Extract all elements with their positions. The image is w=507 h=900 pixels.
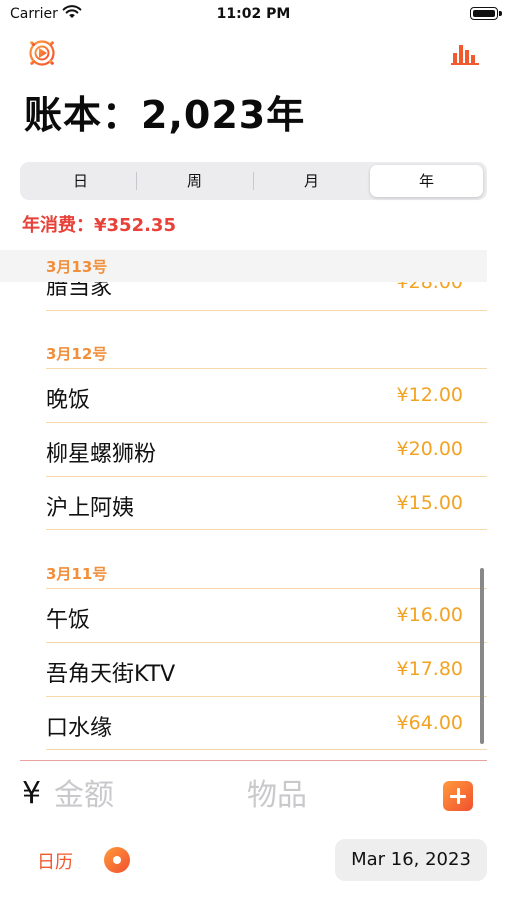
date-picker-button[interactable]: Mar 16, 2023 (335, 839, 487, 881)
section-date: 3月11号 (46, 565, 108, 583)
segment-month[interactable]: 月 (255, 165, 368, 197)
segment-week[interactable]: 周 (138, 165, 251, 197)
row-separator (46, 749, 487, 750)
item-amount: ¥15.00 (396, 492, 463, 514)
list-item[interactable]: 晚饭 ¥12.00 (46, 369, 487, 423)
add-button[interactable] (443, 781, 473, 811)
item-name: 口水缘 (46, 716, 113, 741)
expense-list[interactable]: 腊当家 ¥28.00 3月13号 3月12号 晚饭 ¥12.00 柳星螺狮粉 ¥… (0, 250, 507, 760)
item-amount: ¥64.00 (396, 712, 463, 734)
list-item[interactable]: 柳星螺狮粉 ¥20.00 (46, 423, 487, 477)
item-input[interactable] (245, 772, 419, 818)
item-name: 晚饭 (46, 388, 91, 413)
item-amount: ¥20.00 (396, 438, 463, 460)
list-bottom-divider (20, 760, 487, 761)
battery-icon (470, 7, 502, 20)
item-name: 柳星螺狮粉 (46, 442, 157, 467)
item-name: 吾角天街KTV (46, 662, 176, 687)
row-separator (46, 529, 487, 530)
item-name: 午饭 (46, 608, 91, 633)
list-scrollbar[interactable] (480, 568, 484, 744)
year-total-label: 年消费：¥352.35 (22, 215, 176, 236)
toggle-dot-icon (113, 856, 121, 864)
status-bar: Carrier 11:02 PM (0, 0, 507, 30)
segment-day[interactable]: 日 (24, 165, 137, 197)
row-separator (46, 310, 487, 311)
section-date: 3月13号 (46, 258, 108, 276)
list-item[interactable]: 口水缘 ¥64.00 (46, 697, 487, 751)
currency-symbol: ¥ (22, 776, 42, 811)
item-name: 沪上阿姨 (46, 496, 135, 521)
list-item[interactable]: 沪上阿姨 ¥15.00 (46, 477, 487, 531)
list-item[interactable]: 吾角天街KTV ¥17.80 (46, 643, 487, 697)
amount-input[interactable] (52, 772, 226, 818)
item-amount: ¥16.00 (396, 604, 463, 626)
item-amount: ¥17.80 (396, 658, 463, 680)
segment-divider (136, 172, 137, 190)
page-title: 账本：2,023年 (24, 93, 306, 137)
settings-gear-icon[interactable] (26, 37, 58, 69)
item-amount: ¥12.00 (396, 384, 463, 406)
section-header: 3月13号 (0, 250, 487, 282)
calendar-label: 日历 (37, 852, 73, 873)
segment-year[interactable]: 年 (370, 165, 483, 197)
list-item[interactable]: 午饭 ¥16.00 (46, 589, 487, 643)
calendar-toggle[interactable] (104, 847, 130, 873)
period-segmented-control[interactable]: 日 周 月 年 (20, 162, 487, 200)
status-time: 11:02 PM (216, 6, 291, 22)
bar-chart-icon[interactable] (450, 42, 480, 66)
section-date: 3月12号 (46, 345, 108, 363)
segment-divider (253, 172, 254, 190)
